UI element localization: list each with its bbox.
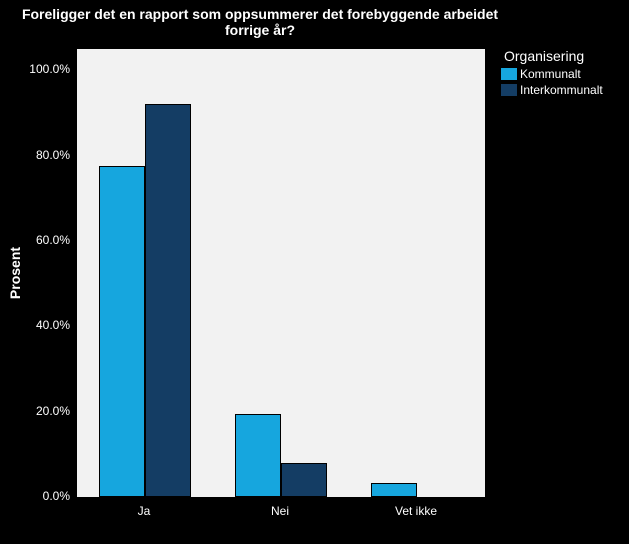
x-tick-mark <box>280 498 281 503</box>
legend-items: KommunaltInterkommunalt <box>500 66 625 98</box>
x-tick-label: Nei <box>271 504 289 518</box>
bar-chart: Foreligger det en rapport som oppsummere… <box>0 0 629 544</box>
y-tick-mark <box>72 496 76 497</box>
legend-item-interkommunalt: Interkommunalt <box>500 82 625 98</box>
y-tick-mark <box>72 155 76 156</box>
bar-kommunalt-ja <box>99 166 145 497</box>
bar-interkommunalt-nei <box>281 463 327 497</box>
x-tick-label: Ja <box>138 504 151 518</box>
bar-kommunalt-vet-ikke <box>371 483 417 497</box>
y-tick-label: 20.0% <box>36 404 70 418</box>
y-tick-mark <box>72 69 76 70</box>
y-tick-label: 60.0% <box>36 233 70 247</box>
y-tick-label: 100.0% <box>29 62 70 76</box>
legend-item-kommunalt: Kommunalt <box>500 66 625 82</box>
legend-swatch <box>500 67 518 81</box>
bars-container <box>77 49 485 497</box>
legend-title: Organisering <box>504 48 625 64</box>
plot-area <box>76 48 486 498</box>
x-tick-mark <box>144 498 145 503</box>
legend-swatch <box>500 83 518 97</box>
x-axis: Ja Nei Vet ikke <box>76 498 486 538</box>
bar-kommunalt-nei <box>235 414 281 497</box>
y-axis: 0.0%20.0%40.0%60.0%80.0%100.0% <box>0 48 76 498</box>
y-tick-mark <box>72 411 76 412</box>
bar-interkommunalt-ja <box>145 104 191 497</box>
legend-label: Kommunalt <box>520 66 581 82</box>
x-tick-label: Vet ikke <box>395 504 437 518</box>
y-tick-label: 0.0% <box>43 489 70 503</box>
y-tick-mark <box>72 325 76 326</box>
chart-title: Foreligger det en rapport som oppsummere… <box>0 6 520 38</box>
y-tick-mark <box>72 240 76 241</box>
x-tick-mark <box>416 498 417 503</box>
legend: Organisering KommunaltInterkommunalt <box>500 48 625 98</box>
y-tick-label: 80.0% <box>36 148 70 162</box>
y-tick-label: 40.0% <box>36 318 70 332</box>
legend-label: Interkommunalt <box>520 82 603 98</box>
